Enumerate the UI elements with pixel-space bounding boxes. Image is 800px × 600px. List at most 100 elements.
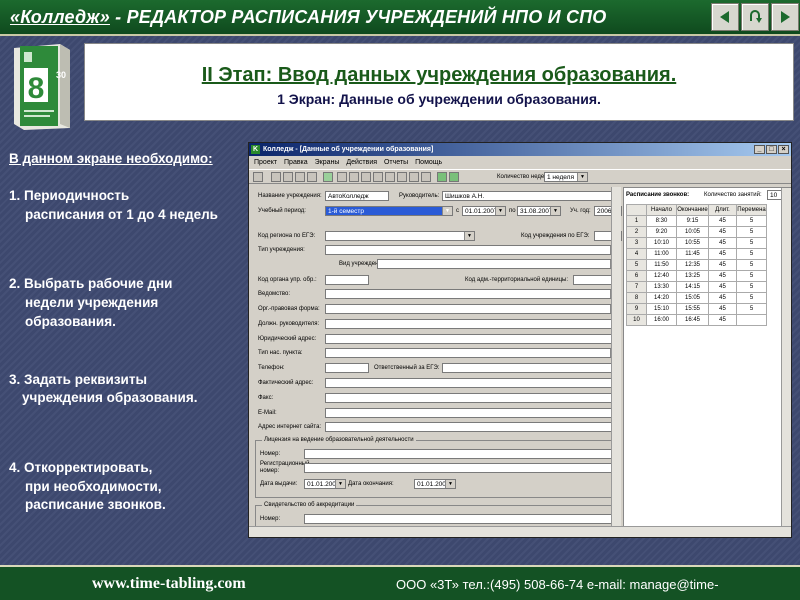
weeks-select[interactable]: 1 неделя (544, 172, 588, 182)
actual-addr-input[interactable] (325, 378, 621, 388)
menu-screens[interactable]: Экраны (315, 159, 340, 166)
schedule-cell[interactable]: 13:25 (676, 270, 709, 282)
return-button[interactable] (741, 3, 769, 31)
tool-grid-icon[interactable] (397, 172, 407, 182)
schedule-cell[interactable]: 16:45 (676, 314, 709, 326)
tool-group-icon[interactable] (385, 172, 395, 182)
type-select[interactable] (325, 245, 621, 255)
tool-paste-icon[interactable] (295, 172, 305, 182)
site-input[interactable] (325, 422, 621, 432)
from-date-select[interactable]: 01.01.2007 (462, 206, 506, 216)
schedule-cell[interactable]: 15:10 (646, 303, 677, 315)
schedule-cell[interactable]: 5 (736, 215, 767, 227)
schedule-cell[interactable]: 45 (708, 292, 737, 304)
schedule-cell[interactable]: 14:15 (676, 281, 709, 293)
region-select[interactable] (325, 231, 475, 241)
kind-select[interactable] (377, 259, 621, 269)
tool-report-icon[interactable] (409, 172, 419, 182)
menu-project[interactable]: Проект (254, 159, 277, 166)
schedule-cell[interactable]: 5 (736, 237, 767, 249)
schedule-cell[interactable]: 45 (708, 314, 737, 326)
phone-input[interactable] (325, 363, 369, 373)
schedule-cell[interactable]: 45 (708, 226, 737, 238)
close-button[interactable]: × (778, 145, 789, 154)
schedule-cell[interactable]: 15:55 (676, 303, 709, 315)
schedule-row: 5 11:50 12:35 45 5 (626, 259, 767, 271)
tool-calendar-icon[interactable] (373, 172, 383, 182)
maximize-button[interactable]: □ (766, 145, 777, 154)
window-horizontal-scrollbar[interactable] (249, 526, 791, 537)
schedule-cell[interactable]: 45 (708, 303, 737, 315)
license-number-input[interactable] (304, 449, 614, 459)
legal-form-select[interactable] (325, 304, 621, 314)
schedule-cell[interactable]: 10:05 (676, 226, 709, 238)
schedule-cell[interactable] (736, 314, 767, 326)
schedule-cell[interactable]: 9:20 (646, 226, 677, 238)
footer-contacts: ООО «3Т» тел.:(495) 508-66-74 e-mail: ma… (396, 577, 719, 592)
schedule-cell[interactable]: 5 (736, 281, 767, 293)
schedule-cell[interactable]: 45 (708, 259, 737, 271)
schedule-vertical-scrollbar[interactable] (781, 188, 791, 526)
next-slide-button[interactable] (771, 3, 799, 31)
settlement-select[interactable] (325, 348, 621, 358)
footer-website[interactable]: www.time-tabling.com (92, 575, 246, 593)
form-vertical-scrollbar[interactable] (611, 187, 621, 527)
prev-slide-button[interactable] (711, 3, 739, 31)
responsible-input[interactable] (442, 363, 620, 373)
schedule-cell[interactable]: 5 (736, 303, 767, 315)
period-select[interactable]: 1-й семестр (325, 206, 453, 216)
schedule-cell[interactable]: 5 (736, 226, 767, 238)
reg-number-input[interactable] (304, 463, 614, 473)
menu-reports[interactable]: Отчеты (384, 159, 408, 166)
email-input[interactable] (325, 408, 621, 418)
issue-date-select[interactable]: 01.01.2000 (304, 479, 346, 489)
schedule-cell[interactable]: 9:15 (676, 215, 709, 227)
tool-delete-icon[interactable] (307, 172, 317, 182)
to-date-select[interactable]: 31.08.2007 (517, 206, 561, 216)
schedule-cell[interactable]: 13:30 (646, 281, 677, 293)
tool-folder-icon[interactable] (349, 172, 359, 182)
schedule-cell[interactable]: 45 (708, 248, 737, 260)
menu-help[interactable]: Помощь (415, 159, 442, 166)
schedule-cell[interactable]: 5 (736, 270, 767, 282)
schedule-cell[interactable]: 11:45 (676, 248, 709, 260)
schedule-cell[interactable]: 5 (736, 248, 767, 260)
schedule-cell[interactable]: 5 (736, 292, 767, 304)
minimize-button[interactable]: _ (754, 145, 765, 154)
schedule-cell[interactable]: 15:05 (676, 292, 709, 304)
schedule-cell[interactable]: 10:10 (646, 237, 677, 249)
tool-home-icon[interactable] (323, 172, 333, 182)
schedule-cell[interactable]: 45 (708, 237, 737, 249)
tool-copy-icon[interactable] (283, 172, 293, 182)
authority-input[interactable] (325, 275, 369, 285)
end-date-select[interactable]: 01.01.2000 (414, 479, 456, 489)
tool-save-icon[interactable] (253, 172, 263, 182)
name-input[interactable]: АвтоКолледж (325, 191, 389, 201)
legal-addr-input[interactable] (325, 334, 621, 344)
schedule-cell[interactable]: 10:55 (676, 237, 709, 249)
schedule-cell[interactable]: 45 (708, 281, 737, 293)
position-input[interactable] (325, 319, 621, 329)
fax-input[interactable] (325, 393, 621, 403)
menu-actions[interactable]: Действия (346, 159, 377, 166)
schedule-cell[interactable]: 45 (708, 270, 737, 282)
accred-number-input[interactable] (304, 514, 614, 524)
schedule-cell[interactable]: 12:35 (676, 259, 709, 271)
schedule-cell[interactable]: 8:30 (646, 215, 677, 227)
schedule-cell[interactable]: 16:00 (646, 314, 677, 326)
tool-import-icon[interactable] (449, 172, 459, 182)
schedule-cell[interactable]: 14:20 (646, 292, 677, 304)
tool-list-icon[interactable] (361, 172, 371, 182)
schedule-cell[interactable]: 11:00 (646, 248, 677, 260)
schedule-cell[interactable]: 45 (708, 215, 737, 227)
schedule-cell[interactable]: 5 (736, 259, 767, 271)
schedule-cell[interactable]: 12:40 (646, 270, 677, 282)
dept-select[interactable] (325, 289, 621, 299)
head-input[interactable]: Шишков А.Н. (442, 191, 620, 201)
menu-edit[interactable]: Правка (284, 159, 308, 166)
tool-table-icon[interactable] (337, 172, 347, 182)
tool-export-icon[interactable] (437, 172, 447, 182)
tool-check-icon[interactable] (421, 172, 431, 182)
tool-cut-icon[interactable] (271, 172, 281, 182)
schedule-cell[interactable]: 11:50 (646, 259, 677, 271)
